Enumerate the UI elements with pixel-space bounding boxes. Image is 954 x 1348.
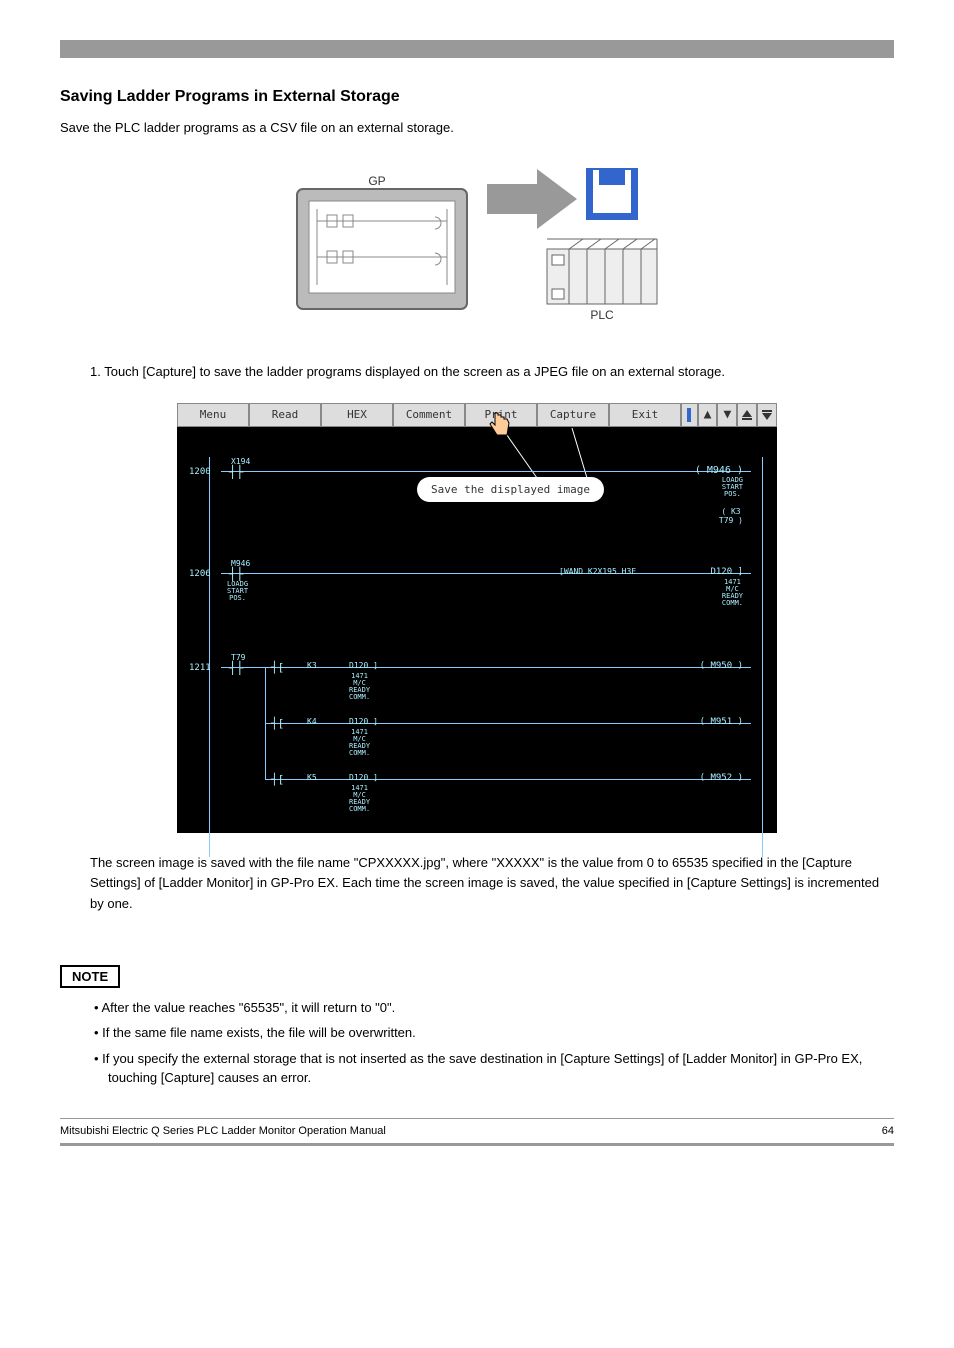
exit-button[interactable]: Exit <box>609 403 681 427</box>
note-item: • If you specify the external storage th… <box>108 1049 894 1088</box>
footer-title: Mitsubishi Electric Q Series PLC Ladder … <box>60 1125 386 1137</box>
capture-button[interactable]: Capture <box>537 403 609 427</box>
svg-text:PLC: PLC <box>590 308 614 319</box>
ladder-monitor-screenshot: Menu Read HEX Comment Print Capture Exit… <box>177 403 777 833</box>
rung-number: 1211 <box>189 663 211 673</box>
menu-button[interactable]: Menu <box>177 403 249 427</box>
intro-text: Save the PLC ladder programs as a CSV fi… <box>60 118 894 139</box>
step-1: 1. Touch [Capture] to save the ladder pr… <box>90 362 894 383</box>
svg-text:GP: GP <box>368 174 385 188</box>
rung-number: 1200 <box>189 467 211 477</box>
hand-cursor-icon <box>487 409 513 444</box>
comment-button[interactable]: Comment <box>393 403 465 427</box>
scrollbar-icon <box>681 403 698 427</box>
read-button[interactable]: Read <box>249 403 321 427</box>
page-number: 64 <box>882 1125 894 1137</box>
scroll-up-button[interactable]: ▲ <box>698 403 718 427</box>
page-up-button[interactable] <box>737 403 757 427</box>
rung-number: 1206 <box>189 569 211 579</box>
note-label: NOTE <box>60 965 120 988</box>
note-item: • After the value reaches "65535", it wi… <box>108 998 894 1018</box>
hex-button[interactable]: HEX <box>321 403 393 427</box>
note-item: • If the same file name exists, the file… <box>108 1023 894 1043</box>
concept-diagram: GP PLC <box>60 159 894 322</box>
section-title: Saving Ladder Programs in External Stora… <box>60 88 894 106</box>
page-down-button[interactable] <box>757 403 777 427</box>
scroll-down-button[interactable]: ▼ <box>717 403 737 427</box>
